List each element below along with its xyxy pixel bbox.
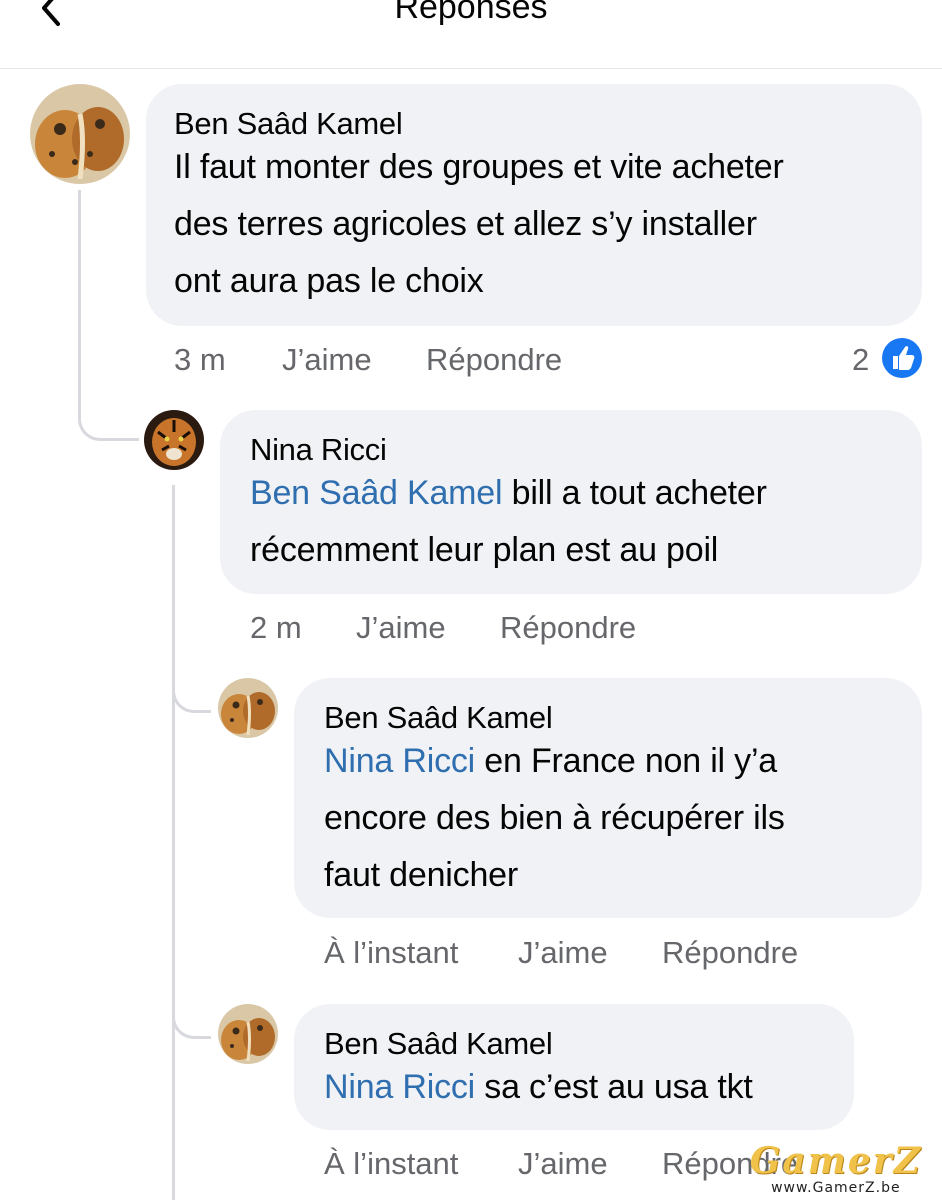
comment-line: encore des bien à récupérer ils bbox=[324, 799, 785, 837]
comment-line-text: en France non il y’a bbox=[475, 742, 778, 780]
like-button[interactable]: J’aime bbox=[518, 935, 608, 971]
avatar[interactable] bbox=[30, 84, 130, 184]
comment-bubble: Ben Saâd Kamel Nina Ricci en France non … bbox=[294, 678, 922, 918]
comment-author[interactable]: Ben Saâd Kamel bbox=[324, 1026, 826, 1062]
comment-time: 3 m bbox=[174, 342, 226, 377]
comment-time: 2 m bbox=[250, 610, 302, 645]
comment-line: Il faut monter des groupes et vite achet… bbox=[174, 148, 784, 186]
page-title: Réponses bbox=[394, 0, 548, 26]
comment-author[interactable]: Nina Ricci bbox=[250, 432, 894, 468]
comment-line-text: sa c’est au usa tkt bbox=[475, 1068, 753, 1106]
comment-bubble: Ben Saâd Kamel Il faut monter des groupe… bbox=[146, 84, 922, 326]
comment-line: récemment leur plan est au poil bbox=[250, 531, 719, 569]
like-button[interactable]: J’aime bbox=[282, 342, 372, 378]
top-bar: Réponses bbox=[0, 0, 942, 69]
comment-author[interactable]: Ben Saâd Kamel bbox=[174, 106, 894, 142]
comment-text: Nina Ricci sa c’est au usa tkt bbox=[324, 1059, 826, 1116]
thread-connector bbox=[172, 672, 211, 713]
thumbs-up-icon bbox=[893, 346, 915, 370]
mention-link[interactable]: Ben Saâd Kamel bbox=[250, 474, 503, 512]
watermark-logo: GamerZ bbox=[749, 1140, 922, 1182]
like-button[interactable]: J’aime bbox=[518, 1146, 608, 1182]
comment-line-text: bill a tout acheter bbox=[502, 474, 767, 512]
thread-connector bbox=[78, 400, 139, 441]
avatar[interactable] bbox=[218, 1004, 278, 1064]
comment-text: Ben Saâd Kamel bill a tout acheter récem… bbox=[250, 465, 894, 579]
comment-bubble: Ben Saâd Kamel Nina Ricci sa c’est au us… bbox=[294, 1004, 854, 1130]
comment-bubble: Nina Ricci Ben Saâd Kamel bill a tout ac… bbox=[220, 410, 922, 594]
comment-actions: 2 m J’aime Répondre bbox=[250, 610, 850, 650]
thread-line bbox=[78, 190, 81, 410]
mention-link[interactable]: Nina Ricci bbox=[324, 1068, 475, 1106]
comment-time: À l’instant bbox=[324, 935, 459, 970]
thread-line bbox=[172, 485, 175, 1200]
comment-line: ont aura pas le choix bbox=[174, 262, 484, 300]
watermark: GamerZ www.GamerZ.be bbox=[750, 1142, 922, 1196]
watermark-url: www.GamerZ.be bbox=[771, 1180, 901, 1196]
comment-line: faut denicher bbox=[324, 856, 518, 894]
comment-author[interactable]: Ben Saâd Kamel bbox=[324, 700, 894, 736]
reply-button[interactable]: Répondre bbox=[500, 610, 636, 646]
reaction-count[interactable]: 2 bbox=[852, 342, 869, 378]
thread-connector bbox=[172, 998, 211, 1039]
comment-text: Nina Ricci en France non il y’a encore d… bbox=[324, 733, 894, 904]
comment-actions: À l’instant J’aime Répondre bbox=[324, 935, 924, 975]
mention-link[interactable]: Nina Ricci bbox=[324, 742, 475, 780]
comment-line: Ben Saâd Kamel bill a tout acheter bbox=[250, 465, 894, 522]
comment-time: À l’instant bbox=[324, 1146, 459, 1181]
reply-button[interactable]: Répondre bbox=[426, 342, 562, 378]
reply-button[interactable]: Répondre bbox=[662, 935, 798, 971]
avatar[interactable] bbox=[218, 678, 278, 738]
comment-actions: 3 m J’aime Répondre bbox=[174, 342, 914, 382]
comment-line: Nina Ricci en France non il y’a bbox=[324, 733, 894, 790]
comment-text: Il faut monter des groupes et vite achet… bbox=[174, 139, 894, 310]
avatar[interactable] bbox=[144, 410, 204, 470]
like-reaction-badge[interactable] bbox=[882, 338, 922, 378]
comment-line: des terres agricoles et allez s’y instal… bbox=[174, 205, 757, 243]
like-button[interactable]: J’aime bbox=[356, 610, 446, 646]
comment-line: Nina Ricci sa c’est au usa tkt bbox=[324, 1059, 826, 1116]
